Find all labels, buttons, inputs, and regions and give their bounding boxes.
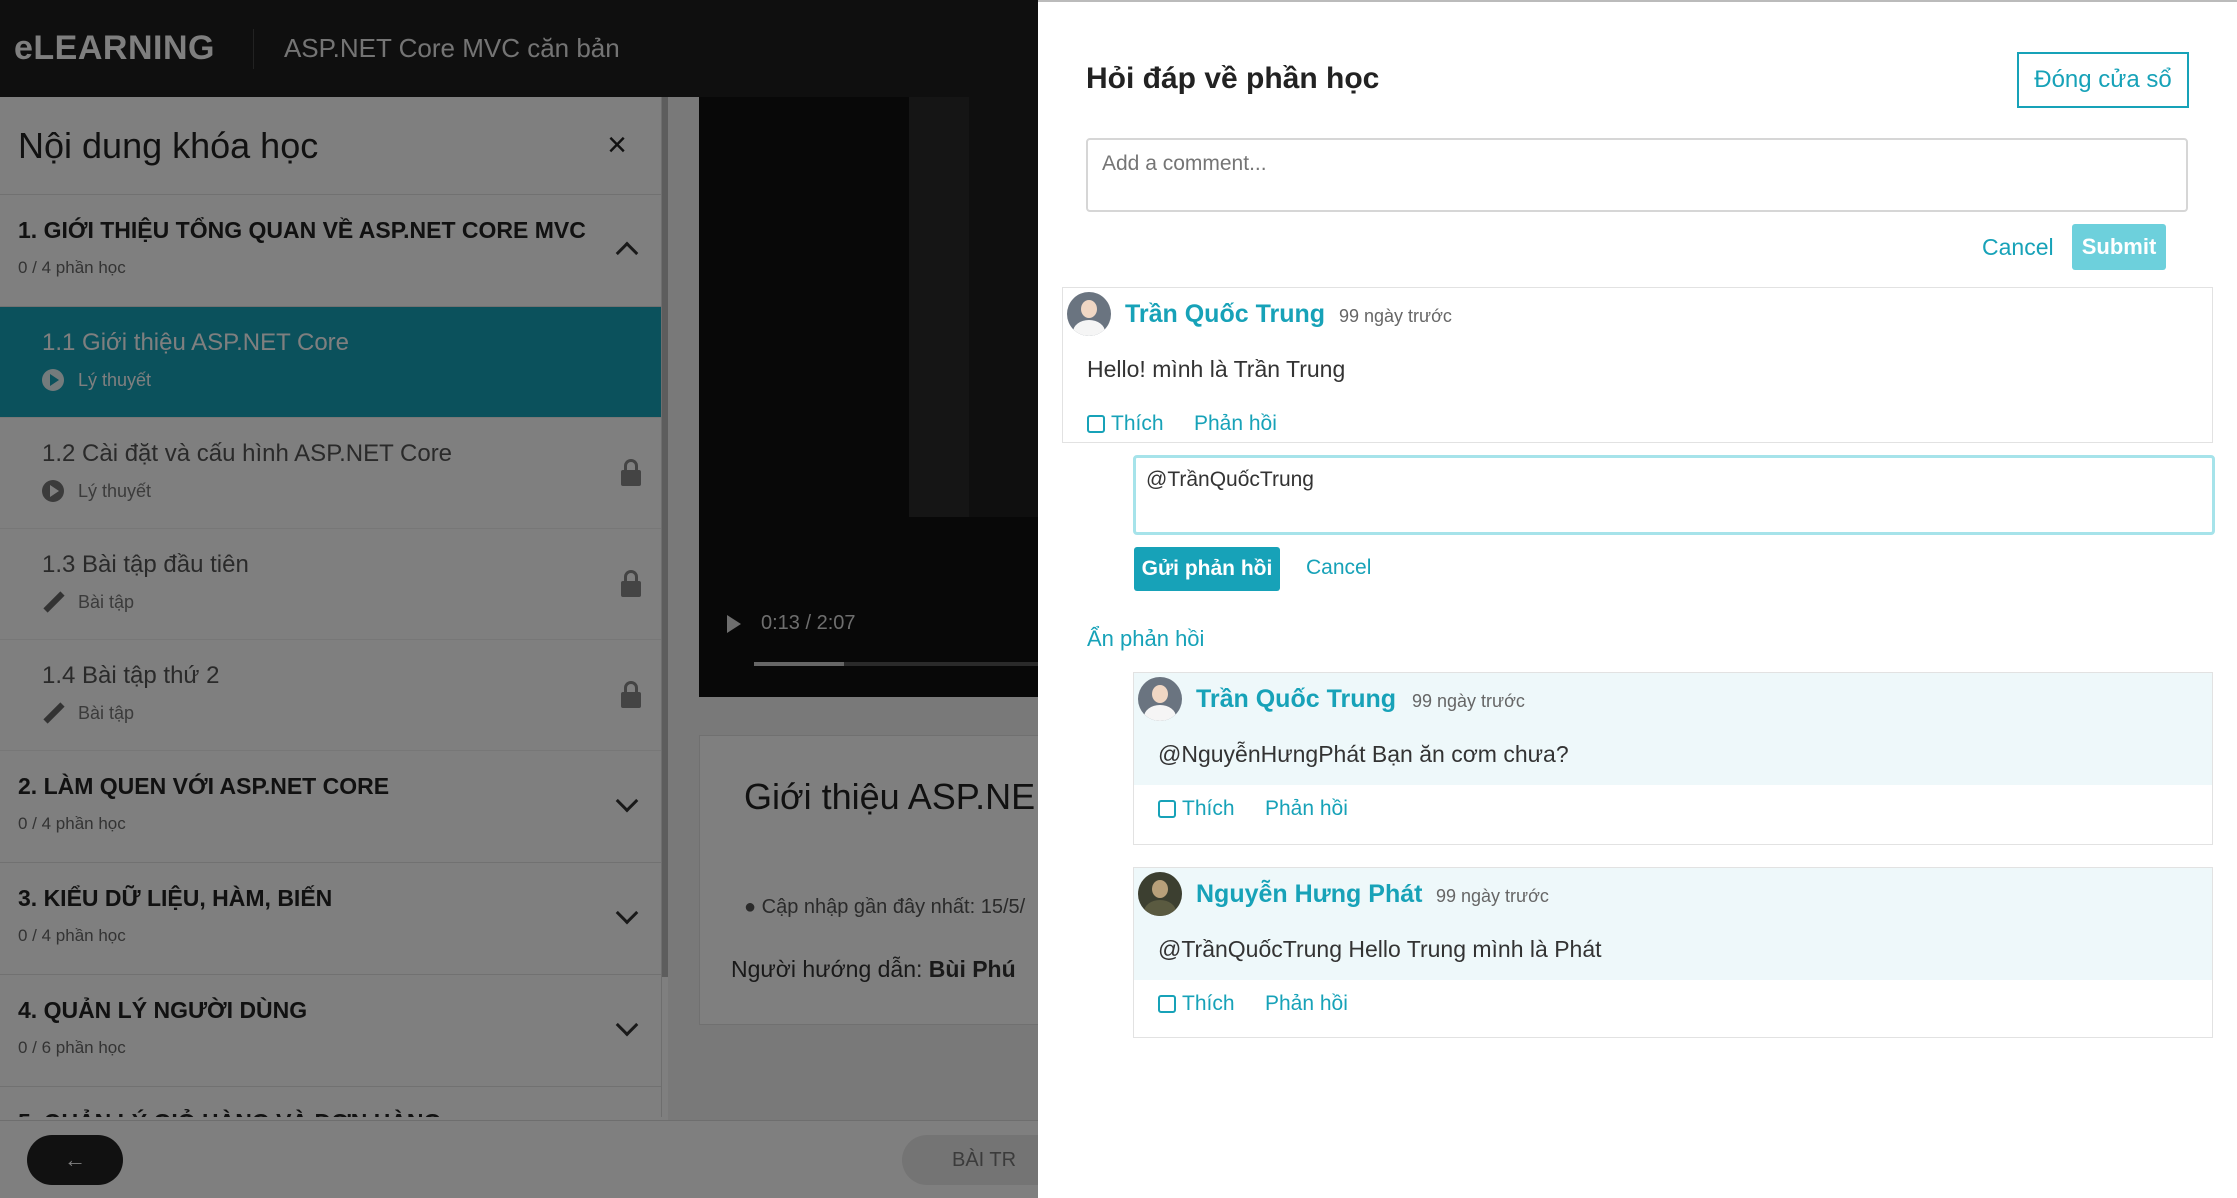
avatar[interactable] bbox=[1067, 292, 1111, 336]
avatar[interactable] bbox=[1138, 872, 1182, 916]
hide-replies-link[interactable]: Ẩn phản hồi bbox=[1087, 626, 1204, 652]
thumbs-up-icon bbox=[1158, 800, 1176, 818]
like-button[interactable]: Thích bbox=[1087, 412, 1164, 436]
comment-cancel-button[interactable]: Cancel bbox=[1982, 234, 2054, 261]
reply-author[interactable]: Trần Quốc Trung bbox=[1196, 685, 1396, 714]
comment-body: Hello! mình là Trần Trung bbox=[1063, 338, 2212, 400]
reply-button[interactable]: Phản hồi bbox=[1194, 412, 1277, 436]
comment-time: 99 ngày trước bbox=[1339, 306, 1452, 326]
reply-actions: Thích Phản hồi bbox=[1134, 980, 2212, 1032]
reply-card: Trần Quốc Trung 99 ngày trước @NguyễnHưn… bbox=[1133, 672, 2213, 845]
comment-author[interactable]: Trần Quốc Trung bbox=[1125, 300, 1325, 329]
comment-actions: Thích Phản hồi bbox=[1063, 400, 2212, 452]
reply-input[interactable]: @TrầnQuốcTrung bbox=[1133, 455, 2215, 535]
thumbs-up-icon bbox=[1087, 415, 1105, 433]
reply-header: Nguyễn Hưng Phát 99 ngày trước bbox=[1134, 868, 2212, 918]
reply-body: @TrầnQuốcTrung Hello Trung mình là Phát bbox=[1134, 918, 2212, 980]
reply-time: 99 ngày trước bbox=[1412, 691, 1525, 711]
reply-author[interactable]: Nguyễn Hưng Phát bbox=[1196, 880, 1422, 909]
reply-actions: Thích Phản hồi bbox=[1134, 785, 2212, 837]
avatar[interactable] bbox=[1138, 677, 1182, 721]
panel-title: Hỏi đáp về phần học bbox=[1086, 62, 1380, 95]
reply-header: Trần Quốc Trung 99 ngày trước bbox=[1134, 673, 2212, 723]
reply-body: @NguyễnHưngPhát Bạn ăn cơm chưa? bbox=[1134, 723, 2212, 785]
like-button[interactable]: Thích bbox=[1158, 992, 1235, 1016]
reply-card: Nguyễn Hưng Phát 99 ngày trước @TrầnQuốc… bbox=[1133, 867, 2213, 1038]
comment-card: Trần Quốc Trung 99 ngày trước Hello! mìn… bbox=[1062, 287, 2213, 443]
modal-backdrop[interactable] bbox=[0, 0, 1038, 1198]
send-reply-button[interactable]: Gửi phản hồi bbox=[1134, 547, 1280, 591]
comment-header: Trần Quốc Trung 99 ngày trước bbox=[1063, 288, 2212, 338]
comment-input[interactable] bbox=[1086, 138, 2188, 212]
close-window-button[interactable]: Đóng cửa sổ bbox=[2017, 52, 2189, 108]
like-label: Thích bbox=[1182, 992, 1235, 1015]
reply-time: 99 ngày trước bbox=[1436, 886, 1549, 906]
thumbs-up-icon bbox=[1158, 995, 1176, 1013]
reply-button[interactable]: Phản hồi bbox=[1265, 992, 1348, 1016]
like-button[interactable]: Thích bbox=[1158, 797, 1235, 821]
reply-cancel-button[interactable]: Cancel bbox=[1306, 556, 1371, 580]
like-label: Thích bbox=[1111, 412, 1164, 435]
comment-submit-button[interactable]: Submit bbox=[2072, 224, 2166, 270]
like-label: Thích bbox=[1182, 797, 1235, 820]
reply-button[interactable]: Phản hồi bbox=[1265, 797, 1348, 821]
